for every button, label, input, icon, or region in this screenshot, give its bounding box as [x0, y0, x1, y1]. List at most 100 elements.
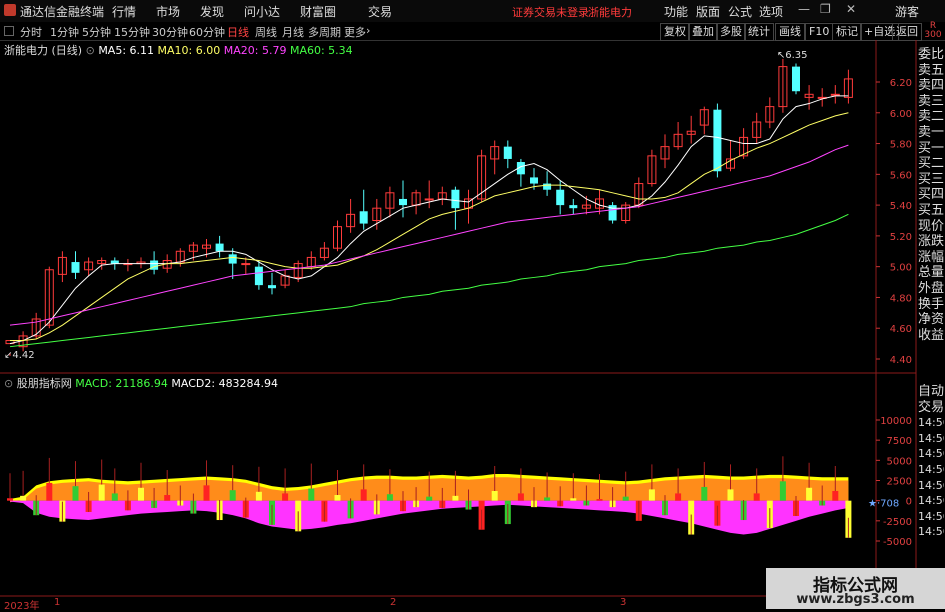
indicator-bar: [229, 490, 236, 501]
indicator-bar: [360, 489, 367, 501]
sidebar-item-volume[interactable]: 总量: [918, 265, 944, 281]
price-tick-label: 4.40: [890, 355, 912, 366]
year-label: 2023年: [4, 601, 40, 612]
stock-chart[interactable]: 6.20 6.00 5.80 5.60 5.40 5.20 5.00 4.80 4.60 4.40…: [0, 0, 945, 609]
candle-body: [399, 198, 407, 206]
indicator-bar: [7, 498, 13, 501]
low-price-label: ↙4.42: [4, 350, 35, 361]
candle-body: [451, 189, 460, 209]
candle-body: [215, 243, 224, 252]
price-tick-label: 5.60: [890, 170, 912, 181]
tick-time: 14:56: [918, 416, 944, 430]
indicator-bar: [675, 493, 682, 501]
month-label: 1: [54, 597, 61, 608]
month-label: 3: [620, 597, 627, 608]
indicator-bar: [596, 499, 603, 501]
ma-line: [9, 213, 849, 348]
indicator-bar: [832, 490, 839, 501]
trade-sidebar: 自动 交易 14:56 14:56 14:56 14:56 14:56 14:5…: [918, 384, 945, 540]
price-tick-label: 4.60: [890, 324, 912, 335]
price-tick-label: 5.00: [890, 263, 912, 274]
sidebar-item-bid4[interactable]: 买四: [918, 187, 944, 203]
indicator-bar: [138, 487, 144, 501]
sidebar-item-bid1[interactable]: 买一: [918, 141, 944, 157]
candle-body: [569, 205, 578, 209]
sidebar-item-ask5[interactable]: 卖五: [918, 63, 944, 79]
price-tick-label: 4.80: [890, 293, 912, 304]
sidebar-item-ask2[interactable]: 卖二: [918, 109, 944, 125]
candle-body: [530, 177, 538, 184]
quote-sidebar: 委比 卖五 卖四 卖三 卖二 卖一 买一 买二 买三 买四 买五 现价 涨跌 涨…: [918, 47, 945, 343]
sidebar-item-ask1[interactable]: 卖一: [918, 125, 944, 141]
indicator-bar: [282, 493, 289, 501]
tick-time: 14:56: [918, 509, 944, 523]
indicator-bar: [491, 490, 498, 501]
indicator-bar: [203, 485, 210, 501]
candle-body: [228, 254, 237, 264]
indicator-bar: [164, 495, 171, 501]
macd2-area: [10, 500, 849, 535]
candle-body: [792, 66, 800, 92]
ma-line: [10, 112, 849, 342]
candle-body: [359, 211, 368, 224]
indicator-bar: [806, 487, 813, 501]
sidebar2-auto[interactable]: 自动: [918, 384, 944, 400]
indicator-tick-label: -2500: [883, 517, 912, 528]
sidebar-item-net-assets[interactable]: 净资: [918, 312, 944, 328]
indicator-bar: [20, 495, 27, 501]
price-tick-label: 5.20: [890, 232, 912, 243]
candle-body: [830, 93, 840, 96]
sidebar-item-earnings[interactable]: 收益: [918, 328, 944, 344]
ma-line: [9, 144, 849, 326]
sidebar-item-change-pct[interactable]: 涨幅: [918, 250, 944, 266]
indicator-tick-label: -5000: [883, 537, 912, 548]
indicator-bar: [72, 486, 79, 501]
indicator-bar: [426, 496, 433, 501]
tick-time: 14:56: [918, 431, 944, 445]
indicator-bar: [701, 486, 708, 501]
sidebar-item-bid3[interactable]: 买三: [918, 172, 944, 188]
sidebar-item-bid-ratio[interactable]: 委比: [918, 47, 944, 63]
indicator-bar: [727, 489, 734, 501]
sidebar-item-bid5[interactable]: 买五: [918, 203, 944, 219]
sidebar-item-turnover[interactable]: 换手: [918, 297, 944, 313]
ma-line: [9, 95, 849, 345]
price-tick-label: 5.40: [890, 201, 912, 212]
sidebar-item-ask4[interactable]: 卖四: [918, 78, 944, 94]
candle-body: [424, 198, 434, 201]
price-tick-label: 6.00: [890, 109, 912, 120]
tick-time: 14:56: [918, 447, 944, 461]
sidebar-item-price[interactable]: 现价: [918, 219, 944, 235]
indicator-bar: [517, 493, 524, 501]
sidebar2-trade[interactable]: 交易: [918, 400, 944, 416]
indicator-bar: [452, 495, 459, 501]
indicator-bar: [622, 496, 629, 501]
candle-body: [543, 183, 552, 190]
candle-body: [71, 262, 80, 273]
indicator-bar: [255, 491, 262, 501]
tick-time: 14:56: [918, 525, 944, 539]
sidebar-item-change[interactable]: 涨跌: [918, 234, 944, 250]
indicator-bar: [334, 495, 341, 501]
price-tick-label: 6.20: [890, 78, 912, 89]
indicator-marker: ★·708: [868, 498, 899, 509]
candle-body: [268, 285, 276, 289]
watermark-url: www.zbgs3.com: [796, 592, 915, 607]
indicator-bar: [308, 488, 315, 501]
sidebar-item-ask3[interactable]: 卖三: [918, 94, 944, 110]
tick-time: 14:56: [918, 462, 944, 476]
sidebar-item-outer[interactable]: 外盘: [918, 281, 944, 297]
candle-body: [556, 189, 565, 206]
indicator-tick-label: 5000: [887, 456, 912, 467]
indicator-bar: [753, 493, 760, 501]
month-label: 2: [390, 597, 397, 608]
sidebar-item-bid2[interactable]: 买二: [918, 156, 944, 172]
indicator-bar: [648, 489, 655, 501]
price-tick-label: 5.80: [890, 140, 912, 151]
tick-time: 14:56: [918, 494, 944, 508]
indicator-bar: [46, 482, 53, 501]
tick-time: 14:56: [918, 478, 944, 492]
candle-body: [503, 146, 512, 159]
indicator-bar: [111, 493, 118, 501]
indicator-bar: [544, 497, 551, 501]
